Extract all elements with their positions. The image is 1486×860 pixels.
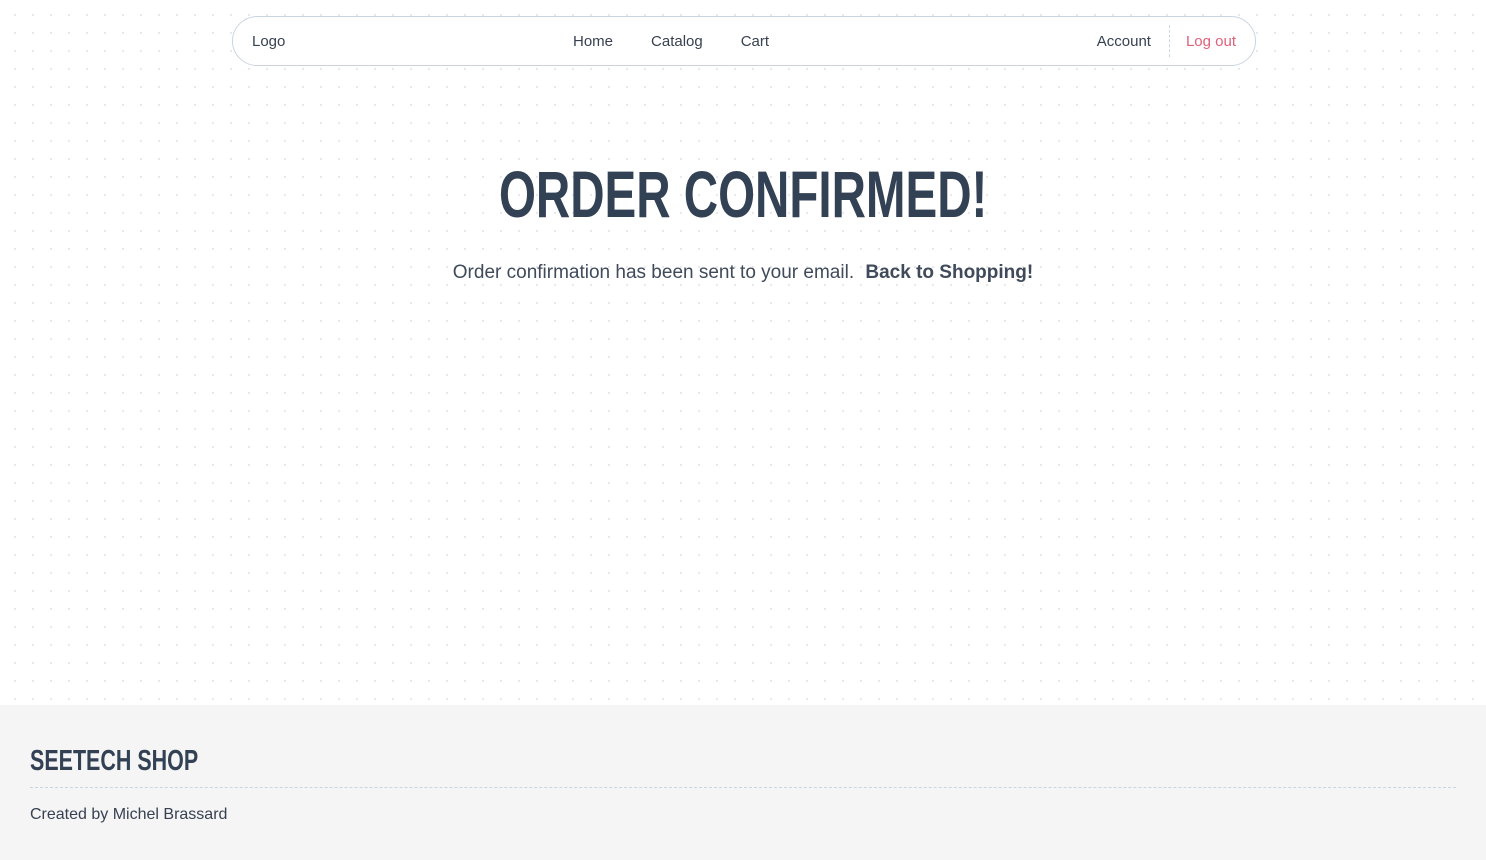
confirmation-text: Order confirmation has been sent to your… xyxy=(452,262,855,283)
top-navbar: Logo Home Catalog Cart Account Log out xyxy=(232,16,1256,66)
footer-brand: SEETECH SHOP xyxy=(30,745,199,777)
nav-cart-link[interactable]: Cart xyxy=(741,33,769,50)
site-footer: SEETECH SHOP Created by Michel Brassard xyxy=(0,705,1486,860)
footer-credit: Created by Michel Brassard xyxy=(30,806,228,823)
logout-link[interactable]: Log out xyxy=(1186,33,1236,50)
nav-divider xyxy=(1168,25,1170,57)
back-to-shopping-link[interactable]: Back to Shopping! xyxy=(865,262,1033,283)
footer-divider xyxy=(30,787,1456,788)
nav-user-actions: Account Log out xyxy=(1097,17,1236,65)
nav-links: Home Catalog Cart xyxy=(573,17,807,65)
page-title: ORDER CONFIRMED! xyxy=(498,157,988,231)
confirmation-message: Order confirmation has been sent to your… xyxy=(0,262,1486,284)
logo-link[interactable]: Logo xyxy=(252,33,285,50)
confirmation-section: ORDER CONFIRMED! Order confirmation has … xyxy=(0,146,1486,284)
nav-catalog-link[interactable]: Catalog xyxy=(651,33,703,50)
account-link[interactable]: Account xyxy=(1097,33,1169,50)
nav-home-link[interactable]: Home xyxy=(573,33,613,50)
